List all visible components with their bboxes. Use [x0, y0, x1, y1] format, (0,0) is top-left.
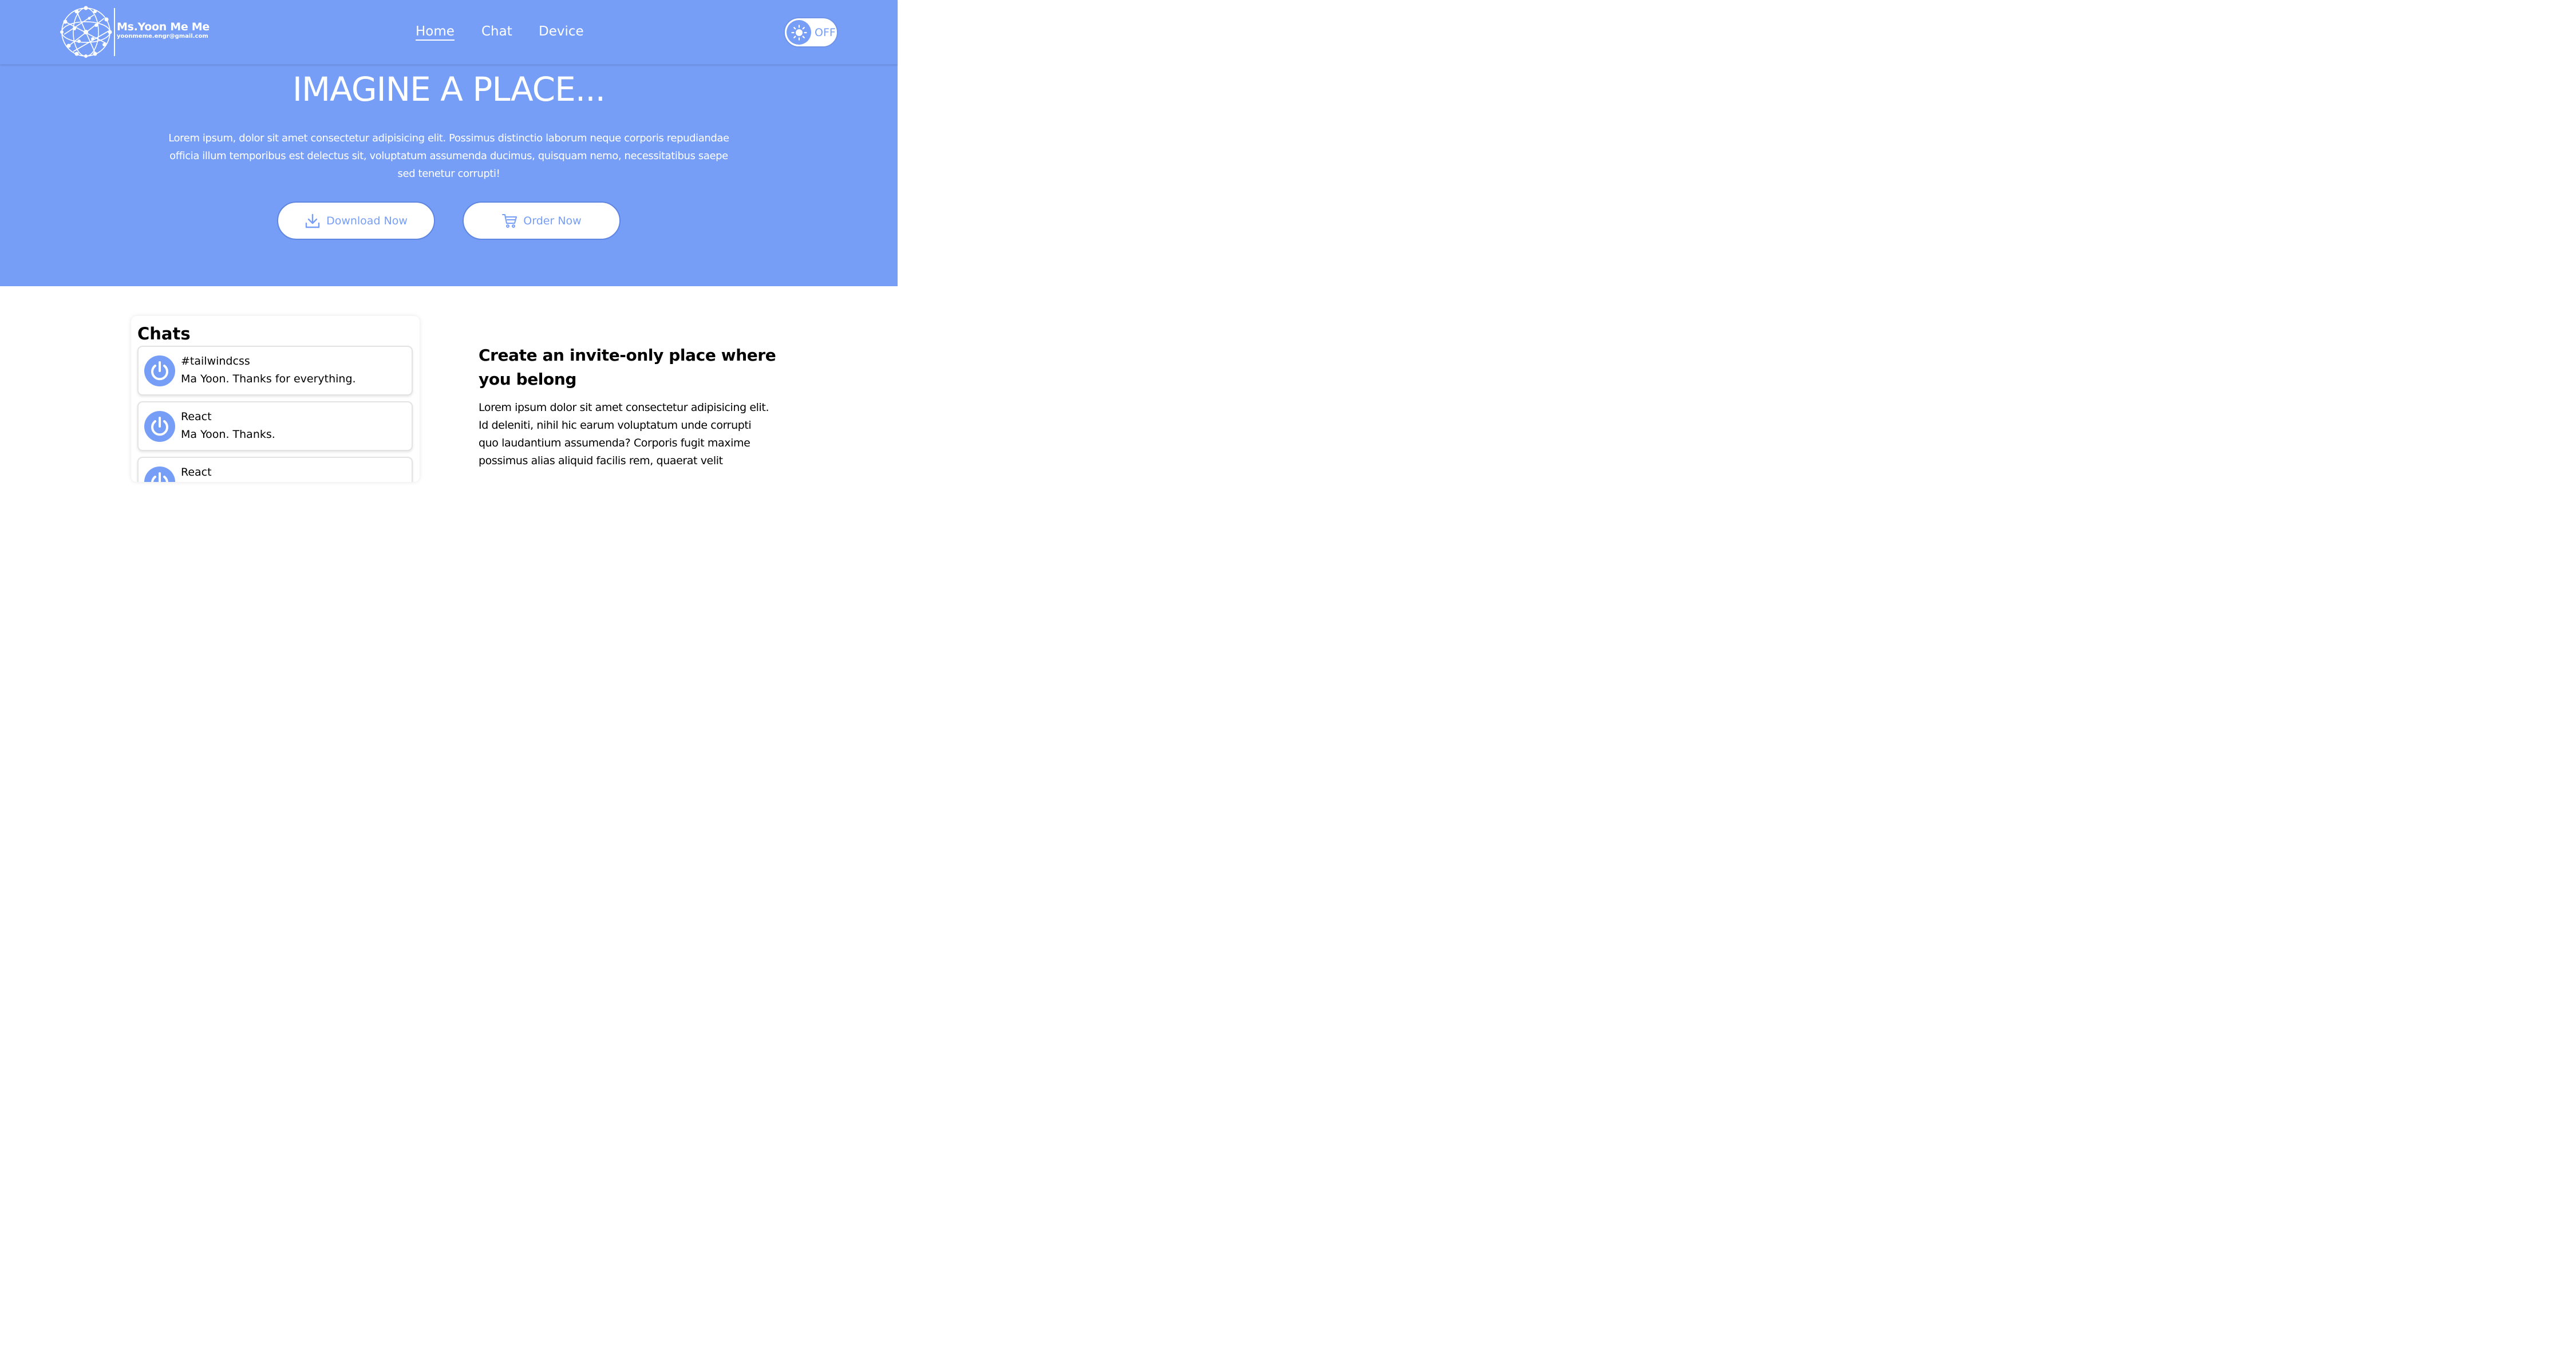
brand-divider [114, 8, 115, 56]
globe-network-icon[interactable] [60, 6, 114, 58]
feature-text: Lorem ipsum dolor sit amet consectetur a… [479, 401, 769, 467]
nav-chat[interactable]: Chat [481, 24, 512, 39]
power-icon [144, 355, 175, 386]
nav-device[interactable]: Device [539, 24, 584, 39]
chat-name: #tailwindcss [181, 355, 250, 367]
order-now-label: Order Now [523, 214, 582, 227]
hero-description: Lorem ipsum, dolor sit amet consectetur … [168, 132, 729, 180]
hero-title: IMAGINE A PLACE... [292, 70, 606, 109]
cart-icon [501, 213, 517, 229]
navbar: Ms.Yoon Me Me yoonmeme.engr@gmail.com Ho… [0, 0, 898, 65]
brand-email: yoonmeme.engr@gmail.com [117, 33, 208, 39]
chat-item[interactable]: #tailwindcss Ma Yoon. Thanks for everyth… [137, 346, 413, 396]
power-icon [144, 411, 175, 442]
download-now-label: Download Now [326, 214, 408, 227]
feature-title: Create an invite-only place where you be… [479, 346, 776, 389]
chats-card: Chats #tailwindcss Ma Yoon. Thanks for e… [131, 316, 420, 482]
chat-message: Ma Yoon. Thanks. [181, 428, 275, 441]
hero-section: Ms.Yoon Me Me yoonmeme.engr@gmail.com Ho… [0, 0, 898, 286]
chat-item[interactable]: React Ma Yoon. Thanks. [137, 401, 413, 451]
chat-name: React [181, 466, 212, 479]
toggle-label: OFF [815, 26, 836, 39]
chat-message: Ma Yoon. Thanks for everything. [181, 373, 356, 385]
brand-name: Ms.Yoon Me Me [117, 21, 210, 33]
sun-icon [787, 20, 811, 45]
theme-toggle[interactable]: OFF [784, 17, 838, 48]
power-icon [144, 467, 175, 482]
chats-title: Chats [137, 324, 191, 343]
order-now-button[interactable]: Order Now [463, 201, 621, 240]
download-icon [305, 213, 321, 229]
chat-name: React [181, 410, 212, 423]
chat-item[interactable]: React [137, 457, 413, 482]
download-now-button[interactable]: Download Now [277, 201, 435, 240]
nav-home[interactable]: Home [416, 24, 455, 41]
